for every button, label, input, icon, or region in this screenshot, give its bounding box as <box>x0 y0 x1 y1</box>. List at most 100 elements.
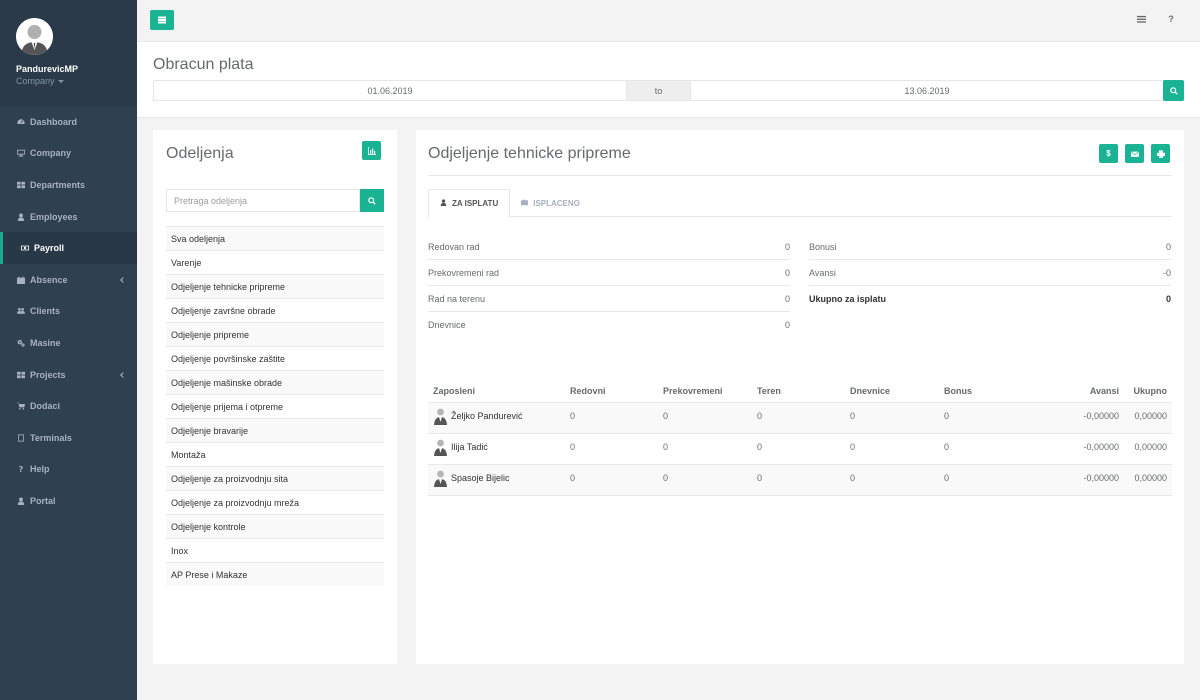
department-list-item[interactable]: Odjeljenje za proizvodnju mreža <box>166 490 384 514</box>
department-list-item[interactable]: Odjeljenje završne obrade <box>166 298 384 322</box>
envelope-button[interactable] <box>1125 144 1144 163</box>
user-icon <box>440 199 452 208</box>
sidebar-item-company[interactable]: Company <box>0 138 137 170</box>
cell-dnevnice: 0 <box>845 433 939 465</box>
users-icon <box>16 307 25 316</box>
department-list-item[interactable]: Odjeljenje za proizvodnju sita <box>166 466 384 490</box>
tab-isplaceno[interactable]: ISPLACENO <box>510 189 591 217</box>
svg-text:?: ? <box>18 466 23 474</box>
department-list-item[interactable]: Odjeljenje tehnicke pripreme <box>166 274 384 298</box>
column-header-teren[interactable]: Teren <box>752 380 845 403</box>
department-search-button[interactable] <box>360 189 384 212</box>
sidebar-item-dodaci[interactable]: Dodaci <box>0 390 137 422</box>
department-list-item[interactable]: Odjeljenje kontrole <box>166 514 384 538</box>
cell-prekovremeni: 0 <box>658 433 752 465</box>
department-detail-title: Odjeljenje tehnicke pripreme <box>428 145 631 162</box>
topbar: ? <box>137 0 1200 42</box>
summary-row-redovan-rad: Redovan rad 0 <box>428 234 790 260</box>
dashboard-icon <box>16 117 25 126</box>
sidebar-item-projects[interactable]: Projects <box>0 359 137 391</box>
cell-redovni: 0 <box>565 433 658 465</box>
envelope-icon <box>1130 150 1139 157</box>
column-header-redovni[interactable]: Redovni <box>565 380 658 403</box>
table-row[interactable]: Spasoje Bijelic 0 0 0 0 0 -0,00000 0,00000 <box>428 464 1172 496</box>
department-list-item[interactable]: Varenje <box>166 250 384 274</box>
summary-label: Prekovremeni rad <box>428 267 500 278</box>
column-header-ukupno[interactable]: Ukupno <box>1124 380 1172 403</box>
avatar[interactable] <box>16 18 53 55</box>
calendar-icon <box>16 275 25 284</box>
print-button[interactable] <box>1151 144 1170 163</box>
date-to-input[interactable]: 13.06.2019 <box>690 80 1164 101</box>
column-header-dnevnice[interactable]: Dnevnice <box>845 380 939 403</box>
department-list-item[interactable]: Montaža <box>166 442 384 466</box>
cell-dnevnice: 0 <box>845 402 939 434</box>
department-list-item[interactable]: Odjeljenje pripreme <box>166 322 384 346</box>
employee-cell: Ilija Tadić <box>428 433 565 465</box>
pay-button[interactable]: $ <box>1099 144 1118 163</box>
summary-row-avansi: Avansi -0 <box>809 260 1171 286</box>
gears-icon <box>16 338 25 347</box>
tab-za-isplatu[interactable]: ZA ISPLATU <box>428 189 511 218</box>
column-header-bonus[interactable]: Bonus <box>939 380 1031 403</box>
sidebar-item-dashboard[interactable]: Dashboard <box>0 106 137 138</box>
summary-value: 0 <box>1165 294 1171 304</box>
date-search-button[interactable] <box>1163 80 1184 101</box>
sidebar-item-employees[interactable]: Employees <box>0 201 137 233</box>
sidebar-item-portal[interactable]: Portal <box>0 485 137 517</box>
summary-right: Bonusi 0 Avansi -0 Ukupno za isplatu 0 <box>809 234 1171 312</box>
department-list-item[interactable]: Sva odeljenja <box>166 226 384 250</box>
summary-value: 0 <box>784 320 790 330</box>
column-header-avansi[interactable]: Avansi <box>1031 380 1124 403</box>
menu-toggle-button[interactable] <box>150 10 174 30</box>
cell-dnevnice: 0 <box>845 464 939 496</box>
employee-avatar-icon <box>433 438 448 456</box>
department-list-item[interactable]: Odjeljenje mašinske obrade <box>166 370 384 394</box>
sidebar-item-masine[interactable]: Masine <box>0 327 137 359</box>
user-name[interactable]: PandurevicMP <box>16 64 121 74</box>
date-range: 01.06.2019 to 13.06.2019 <box>153 80 1164 101</box>
tablet-icon <box>16 433 25 442</box>
employee-name: Željko Pandurević <box>451 410 523 421</box>
sidebar-item-terminals[interactable]: Terminals <box>0 422 137 454</box>
sidebar-item-label: Terminals <box>30 432 72 443</box>
user-company-dropdown[interactable]: Company <box>16 76 121 86</box>
sidebar-item-label: Help <box>30 464 50 475</box>
search-icon <box>1169 86 1178 95</box>
sidebar-item-clients[interactable]: Clients <box>0 296 137 328</box>
bar-chart-icon <box>367 146 376 155</box>
question-icon: ? <box>16 465 25 474</box>
summary-value: 0 <box>784 241 790 252</box>
sidebar-item-help[interactable]: ? Help <box>0 454 137 486</box>
department-search-input[interactable]: Pretraga odeljenja <box>166 189 360 212</box>
department-list-item[interactable]: AP Prese i Makaze <box>166 562 384 586</box>
employee-name: Spasoje Bijelic <box>451 472 510 483</box>
help-icon[interactable]: ? <box>1166 14 1176 24</box>
column-header-zaposleni[interactable]: Zaposleni <box>428 380 565 403</box>
sidebar-nav: Dashboard Company Departments Employees Payr… <box>0 106 137 517</box>
money-icon <box>20 244 29 253</box>
department-list-item[interactable]: Odjeljenje bravarije <box>166 418 384 442</box>
sidebar-item-departments[interactable]: Departments <box>0 169 137 201</box>
page-heading: Obracun plata 01.06.2019 to 13.06.2019 <box>137 42 1200 118</box>
list-icon[interactable] <box>1136 14 1146 24</box>
sidebar-item-payroll[interactable]: Payroll <box>0 232 137 264</box>
department-list-item[interactable]: Inox <box>166 538 384 562</box>
summary-label: Bonusi <box>809 241 837 252</box>
cell-teren: 0 <box>752 433 845 465</box>
table-row[interactable]: Željko Pandurević 0 0 0 0 0 -0,00000 0,00000 <box>428 402 1172 434</box>
user-company-label: Company <box>16 76 55 86</box>
tab-label: ZA ISPLATU <box>452 199 499 208</box>
chart-button[interactable] <box>362 141 381 160</box>
column-header-prekovremeni[interactable]: Prekovremeni <box>658 380 752 403</box>
sidebar: PandurevicMP Company Dashboard Company Dep… <box>0 0 137 700</box>
summary-value: 0 <box>1165 241 1171 252</box>
summary-label: Avansi <box>809 267 836 278</box>
table-row[interactable]: Ilija Tadić 0 0 0 0 0 -0,00000 0,00000 <box>428 433 1172 465</box>
sidebar-item-absence[interactable]: Absence <box>0 264 137 296</box>
department-list-item[interactable]: Odjeljenje prijema i otpreme <box>166 394 384 418</box>
department-list-item[interactable]: Odjeljenje površinske zaštite <box>166 346 384 370</box>
date-from-input[interactable]: 01.06.2019 <box>153 80 627 101</box>
table-header-row: Zaposleni Redovni Prekovremeni Teren Dnevnic… <box>428 380 1172 403</box>
department-detail-panel: Odjeljenje tehnicke pripreme $ ZA ISPLAT… <box>416 130 1184 664</box>
